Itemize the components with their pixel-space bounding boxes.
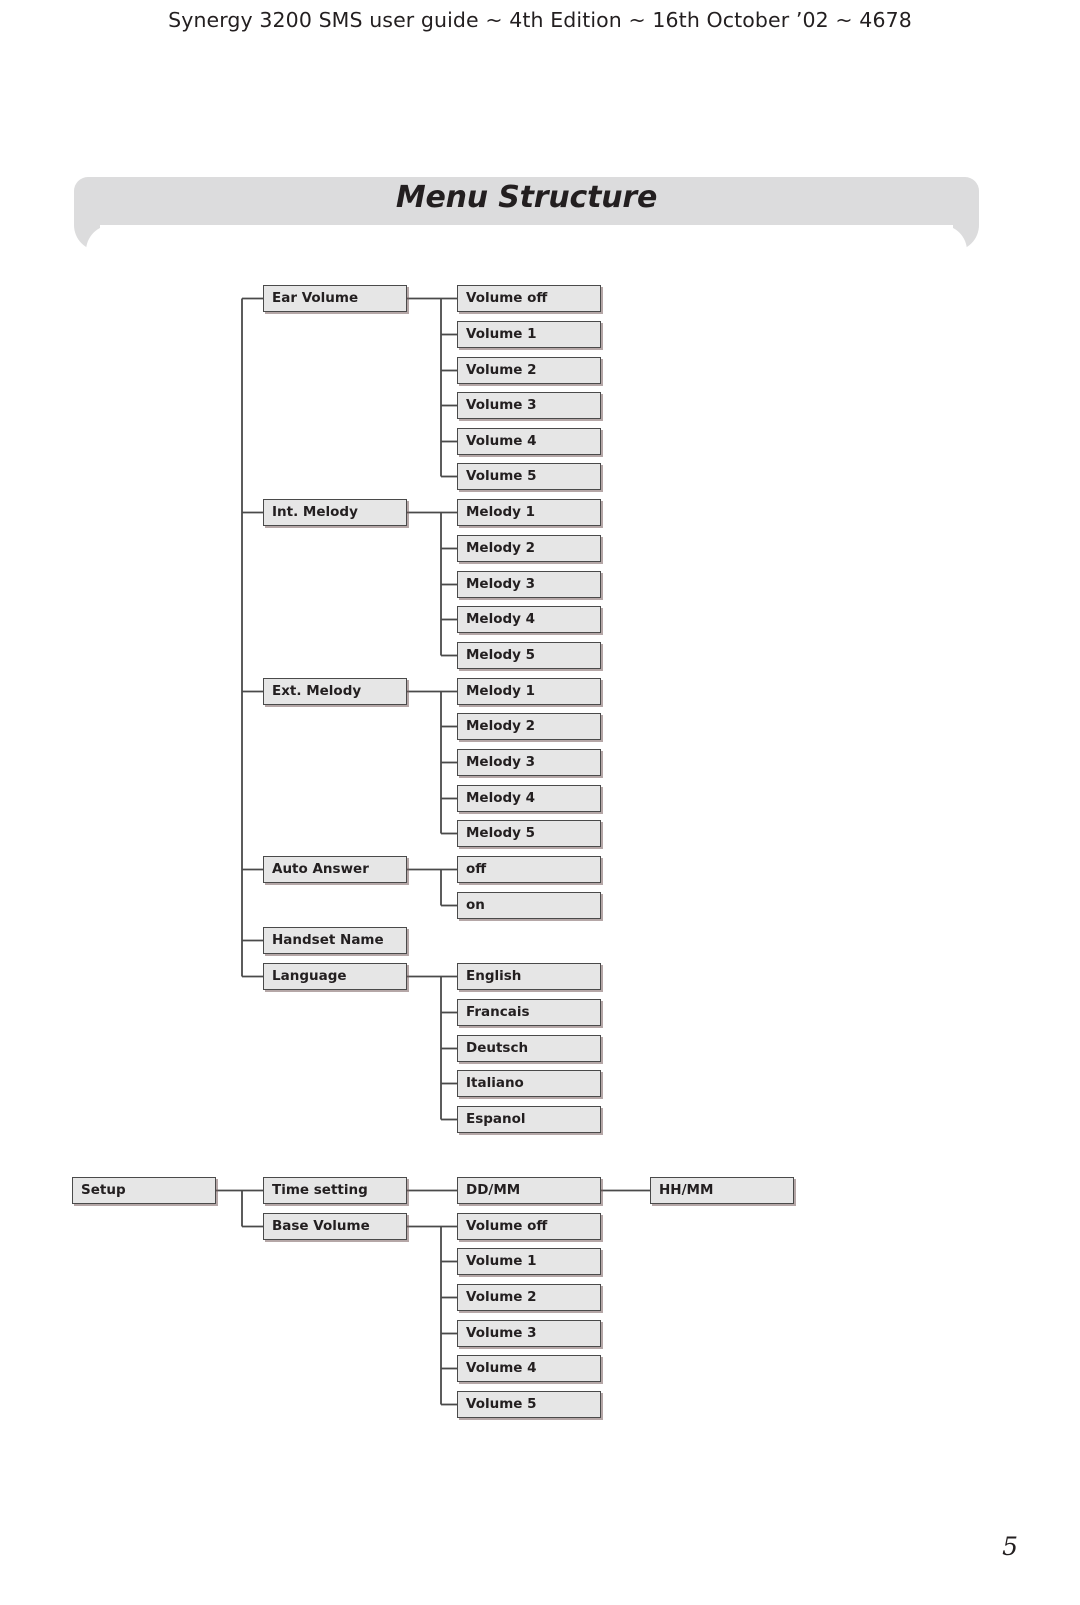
menu-option-base-volume-volume-2[interactable]: Volume 2 <box>457 1284 601 1311</box>
menu-option-int-melody-melody-5[interactable]: Melody 5 <box>457 642 601 669</box>
menu-item-base-volume[interactable]: Base Volume <box>263 1213 407 1240</box>
menu-option-ear-volume-volume-off[interactable]: Volume off <box>457 285 601 312</box>
menu-option-base-volume-volume-5[interactable]: Volume 5 <box>457 1391 601 1418</box>
page-number: 5 <box>1002 1532 1018 1561</box>
menu-option-base-volume-volume-off[interactable]: Volume off <box>457 1213 601 1240</box>
menu-option-language-deutsch[interactable]: Deutsch <box>457 1035 601 1062</box>
menu-item-language[interactable]: Language <box>263 963 407 990</box>
menu-item-ear-volume[interactable]: Ear Volume <box>263 285 407 312</box>
menu-option-language-espanol[interactable]: Espanol <box>457 1106 601 1133</box>
menu-item-setup[interactable]: Setup <box>72 1177 216 1204</box>
menu-option-language-francais[interactable]: Francais <box>457 999 601 1026</box>
menu-option-ext-melody-melody-2[interactable]: Melody 2 <box>457 713 601 740</box>
menu-option-ear-volume-volume-3[interactable]: Volume 3 <box>457 392 601 419</box>
menu-item-int-melody[interactable]: Int. Melody <box>263 499 407 526</box>
menu-option-ext-melody-melody-4[interactable]: Melody 4 <box>457 785 601 812</box>
menu-option-ear-volume-volume-1[interactable]: Volume 1 <box>457 321 601 348</box>
menu-option-auto-answer-on[interactable]: on <box>457 892 601 919</box>
document-page: Synergy 3200 SMS user guide ~ 4th Editio… <box>0 0 1080 1605</box>
menu-option-time-setting-hh-mm[interactable]: HH/MM <box>650 1177 794 1204</box>
menu-option-auto-answer-off[interactable]: off <box>457 856 601 883</box>
menu-option-base-volume-volume-1[interactable]: Volume 1 <box>457 1248 601 1275</box>
menu-option-language-italiano[interactable]: Italiano <box>457 1070 601 1097</box>
menu-item-auto-answer[interactable]: Auto Answer <box>263 856 407 883</box>
menu-option-int-melody-melody-1[interactable]: Melody 1 <box>457 499 601 526</box>
menu-item-handset-name[interactable]: Handset Name <box>263 927 407 954</box>
menu-structure-diagram: Ear Volume Volume off Volume 1 Volume 2 Volu… <box>0 0 1080 1605</box>
menu-option-ext-melody-melody-5[interactable]: Melody 5 <box>457 820 601 847</box>
menu-option-int-melody-melody-2[interactable]: Melody 2 <box>457 535 601 562</box>
menu-option-ear-volume-volume-4[interactable]: Volume 4 <box>457 428 601 455</box>
menu-option-int-melody-melody-4[interactable]: Melody 4 <box>457 606 601 633</box>
menu-item-ext-melody[interactable]: Ext. Melody <box>263 678 407 705</box>
menu-option-ear-volume-volume-5[interactable]: Volume 5 <box>457 463 601 490</box>
menu-option-base-volume-volume-4[interactable]: Volume 4 <box>457 1355 601 1382</box>
menu-option-ext-melody-melody-1[interactable]: Melody 1 <box>457 678 601 705</box>
menu-option-language-english[interactable]: English <box>457 963 601 990</box>
menu-option-time-setting-dd-mm[interactable]: DD/MM <box>457 1177 601 1204</box>
menu-option-ext-melody-melody-3[interactable]: Melody 3 <box>457 749 601 776</box>
menu-option-int-melody-melody-3[interactable]: Melody 3 <box>457 571 601 598</box>
menu-item-time-setting[interactable]: Time setting <box>263 1177 407 1204</box>
menu-option-ear-volume-volume-2[interactable]: Volume 2 <box>457 357 601 384</box>
menu-option-base-volume-volume-3[interactable]: Volume 3 <box>457 1320 601 1347</box>
